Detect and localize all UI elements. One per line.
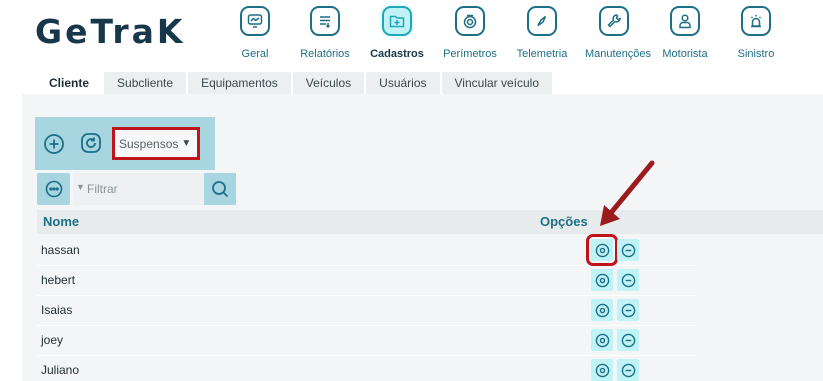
client-name: Isaias <box>41 303 73 317</box>
tab-equipamentos[interactable]: Equipamentos <box>188 72 291 94</box>
wrench-icon <box>599 6 629 36</box>
nav-item-cadastros[interactable]: Cadastros <box>368 6 426 60</box>
nav-item-telemetria[interactable]: Telemetria <box>513 6 571 60</box>
table-row: hebert <box>37 266 697 296</box>
client-toolbar: Suspensos ▼ <box>35 117 215 170</box>
nav-item-manutencoes[interactable]: Manutenções <box>585 6 652 60</box>
eye-icon <box>595 243 609 257</box>
refresh-icon <box>81 133 101 153</box>
column-header-options: Opções <box>540 214 588 229</box>
tab-subcliente[interactable]: Subcliente <box>104 72 187 94</box>
remove-button[interactable] <box>617 269 639 291</box>
remove-button[interactable] <box>617 329 639 351</box>
tab-cliente[interactable]: Cliente <box>36 72 103 94</box>
nav-item-sinistro[interactable]: Sinistro <box>727 6 785 60</box>
add-client-button[interactable] <box>42 132 66 156</box>
nav-label-perimetros: Perímetros <box>443 48 497 60</box>
nav-label-manutencoes: Manutenções <box>585 48 652 60</box>
remove-button[interactable] <box>617 299 639 321</box>
nav-item-motorista[interactable]: Motorista <box>656 6 714 60</box>
eye-icon <box>595 303 609 317</box>
view-button[interactable] <box>586 234 618 266</box>
table-row: Isaias <box>37 296 697 326</box>
client-name: hebert <box>41 273 76 287</box>
nav-item-geral[interactable]: Geral <box>226 6 284 60</box>
remove-button[interactable] <box>617 239 639 261</box>
filter-input[interactable] <box>87 175 201 203</box>
nav-item-relatorios[interactable]: Relatórios <box>296 6 354 60</box>
alarm-icon <box>741 6 771 36</box>
eye-icon <box>595 363 609 377</box>
folder-add-icon <box>382 6 412 36</box>
driver-icon <box>670 6 700 36</box>
registry-tabs: Cliente Subcliente Equipamentos Veículos… <box>36 72 554 94</box>
annotation-arrow <box>600 160 655 226</box>
refresh-button[interactable] <box>79 131 103 155</box>
tab-vincular-veiculo[interactable]: Vincular veículo <box>441 72 553 94</box>
eye-icon <box>595 333 609 347</box>
filter-bar: ▼ <box>73 173 236 205</box>
table-row: Juliano <box>37 356 697 381</box>
tab-veiculos[interactable]: Veículos <box>292 72 365 94</box>
report-list-icon <box>310 6 340 36</box>
more-options-icon <box>45 180 62 198</box>
nav-label-telemetria: Telemetria <box>516 48 568 60</box>
minus-circle-icon <box>621 243 635 257</box>
table-header: Nome Opções <box>37 210 823 234</box>
getrak-logo: GeTraK <box>35 12 186 51</box>
table-row: hassan <box>37 234 697 266</box>
minus-circle-icon <box>621 303 635 317</box>
client-name: joey <box>41 333 64 347</box>
nav-label-relatorios: Relatórios <box>300 48 350 60</box>
minus-circle-icon <box>621 273 635 287</box>
search-icon <box>212 181 229 198</box>
eye-icon <box>595 273 609 287</box>
nav-label-cadastros: Cadastros <box>370 48 424 60</box>
filter-options-button[interactable] <box>37 173 70 205</box>
tab-usuarios[interactable]: Usuários <box>366 72 440 94</box>
target-pin-icon <box>455 6 485 36</box>
table-row: joey <box>37 326 697 356</box>
view-button[interactable] <box>591 269 613 291</box>
nav-label-geral: Geral <box>241 48 269 60</box>
nav-item-perimetros[interactable]: Perímetros <box>441 6 499 60</box>
view-button[interactable] <box>591 329 613 351</box>
column-header-name[interactable]: Nome <box>43 214 79 229</box>
client-list: hassan hebert Isaias joey Juliano <box>37 234 697 381</box>
client-name: Juliano <box>41 363 80 377</box>
filter-caret-icon: ▼ <box>76 182 85 192</box>
minus-circle-icon <box>621 333 635 347</box>
minus-circle-icon <box>621 363 635 377</box>
chevron-down-icon: ▼ <box>181 138 192 149</box>
monitor-chart-icon <box>240 6 270 36</box>
view-button[interactable] <box>591 299 613 321</box>
status-select[interactable]: Suspensos ▼ <box>112 127 200 160</box>
nav-label-sinistro: Sinistro <box>737 48 775 60</box>
search-button[interactable] <box>204 173 236 205</box>
view-button[interactable] <box>591 359 613 381</box>
remove-button[interactable] <box>617 359 639 381</box>
compass-icon <box>527 6 557 36</box>
nav-label-motorista: Motorista <box>662 48 708 60</box>
status-select-value: Suspensos <box>119 136 179 151</box>
plus-circle-icon <box>44 134 64 154</box>
client-name: hassan <box>41 243 80 257</box>
